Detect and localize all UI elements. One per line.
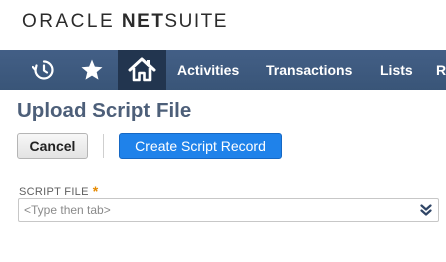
double-chevron-down-icon[interactable] (418, 202, 434, 218)
script-file-label: SCRIPT FILE * (19, 182, 99, 199)
nav-item-reports[interactable]: R (436, 50, 446, 90)
recent-history-icon[interactable] (22, 50, 66, 90)
script-file-label-text: SCRIPT FILE (19, 186, 89, 198)
nav-item-transactions[interactable]: Transactions (266, 50, 352, 90)
logo-suite-text: SUITE (164, 11, 228, 32)
create-script-record-button[interactable]: Create Script Record (119, 133, 282, 159)
button-divider (103, 134, 104, 158)
logo-oracle-text: ORACLE (22, 11, 116, 32)
script-file-input[interactable] (18, 198, 439, 222)
star-icon[interactable] (70, 50, 114, 90)
oracle-netsuite-logo[interactable]: ORACLE NETSUITE (22, 10, 228, 34)
home-icon[interactable] (118, 50, 166, 90)
cancel-button[interactable]: Cancel (17, 133, 88, 159)
required-marker: * (92, 183, 99, 199)
page-title: Upload Script File (17, 99, 192, 122)
main-navbar: Activities Transactions Lists R (0, 50, 446, 90)
nav-item-activities[interactable]: Activities (177, 50, 239, 90)
header-logo-bar: ORACLE NETSUITE (0, 0, 446, 50)
nav-item-lists[interactable]: Lists (380, 50, 413, 90)
logo-net-text: NET (121, 11, 165, 32)
